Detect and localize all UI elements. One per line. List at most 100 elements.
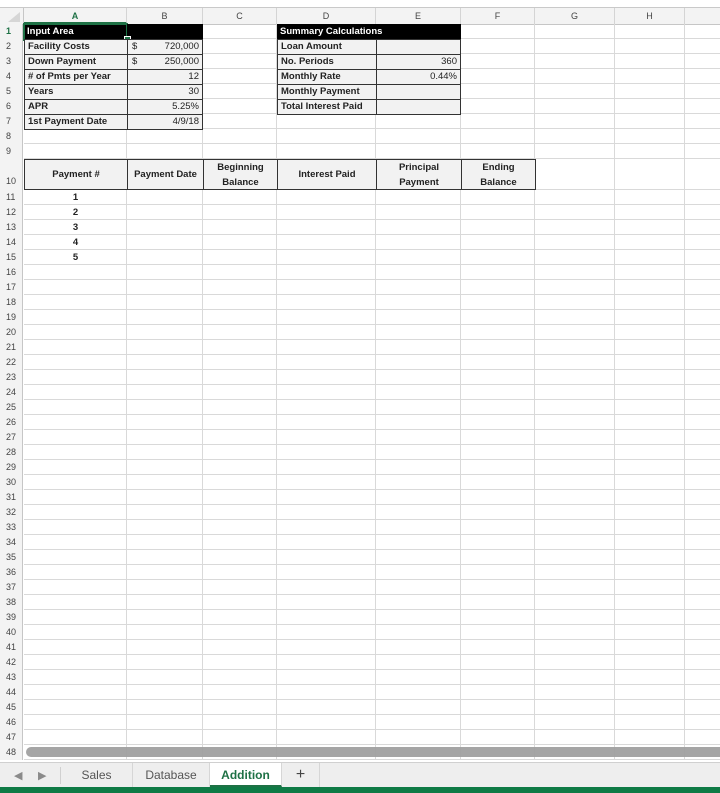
column-header-c[interactable]: C <box>203 8 277 24</box>
row-header[interactable]: 15 <box>0 250 23 265</box>
payment-date-header[interactable]: Payment Date <box>127 159 204 190</box>
input-label-cell[interactable]: Facility Costs <box>24 39 128 55</box>
row-header[interactable]: 24 <box>0 385 23 400</box>
row-header[interactable]: 12 <box>0 205 23 220</box>
row-header[interactable]: 30 <box>0 475 23 490</box>
row-header[interactable]: 4 <box>0 69 23 84</box>
summary-value-cell[interactable]: 0.44% <box>376 69 461 85</box>
row-header[interactable]: 29 <box>0 460 23 475</box>
row-header[interactable]: 14 <box>0 235 23 250</box>
row-header[interactable]: 41 <box>0 640 23 655</box>
spreadsheet-grid[interactable]: A B C D E F G H 1 2 3 4 5 6 7 8 9 10 11 12 13 14 15 16 1… <box>0 0 720 760</box>
payment-number-header[interactable]: Payment # <box>24 159 128 190</box>
row-header[interactable]: 39 <box>0 610 23 625</box>
row-header[interactable]: 17 <box>0 280 23 295</box>
row-header[interactable]: 33 <box>0 520 23 535</box>
column-header-a[interactable]: A <box>24 8 127 24</box>
summary-value-cell[interactable]: 360 <box>376 54 461 70</box>
input-value-cell[interactable]: $250,000 <box>127 54 203 70</box>
summary-label-cell[interactable]: Monthly Payment <box>277 84 377 100</box>
row-header[interactable]: 38 <box>0 595 23 610</box>
column-header-f[interactable]: F <box>461 8 535 24</box>
row-header[interactable]: 11 <box>0 190 23 205</box>
row-header[interactable]: 47 <box>0 730 23 745</box>
row-header[interactable]: 9 <box>0 144 23 159</box>
summary-label-cell[interactable]: Total Interest Paid <box>277 99 377 115</box>
payment-number-cell[interactable]: 4 <box>24 235 127 250</box>
row-header[interactable]: 46 <box>0 715 23 730</box>
input-label-cell[interactable]: # of Pmts per Year <box>24 69 128 85</box>
row-header[interactable]: 8 <box>0 129 23 144</box>
row-header[interactable]: 28 <box>0 445 23 460</box>
input-label-cell[interactable]: Down Payment <box>24 54 128 70</box>
payment-number-cell[interactable]: 1 <box>24 190 127 205</box>
row-header[interactable]: 45 <box>0 700 23 715</box>
row-header[interactable]: 18 <box>0 295 23 310</box>
horizontal-scrollbar[interactable] <box>26 747 720 757</box>
summary-label-cell[interactable]: Monthly Rate <box>277 69 377 85</box>
row-header[interactable]: 5 <box>0 84 23 99</box>
row-header[interactable]: 20 <box>0 325 23 340</box>
input-area-title[interactable]: Input Area <box>23 23 128 41</box>
summary-title[interactable]: Summary Calculations <box>277 24 461 40</box>
input-area-title-fill[interactable] <box>127 24 203 40</box>
beginning-balance-header[interactable]: Beginning Balance <box>203 159 278 190</box>
row-header[interactable]: 43 <box>0 670 23 685</box>
column-header-g[interactable]: G <box>535 8 615 24</box>
row-header[interactable]: 34 <box>0 535 23 550</box>
row-header[interactable]: 42 <box>0 655 23 670</box>
payment-number-cell[interactable]: 5 <box>24 250 127 265</box>
summary-label-cell[interactable]: No. Periods <box>277 54 377 70</box>
principal-payment-header[interactable]: Principal Payment <box>376 159 462 190</box>
sheet-tab-addition[interactable]: Addition <box>210 763 282 787</box>
select-all-button[interactable] <box>0 8 24 24</box>
column-header-e[interactable]: E <box>376 8 461 24</box>
summary-label-cell[interactable]: Loan Amount <box>277 39 377 55</box>
row-header[interactable]: 13 <box>0 220 23 235</box>
column-header-h[interactable]: H <box>615 8 685 24</box>
input-value-cell[interactable]: 5.25% <box>127 99 203 115</box>
payment-number-cell[interactable]: 3 <box>24 220 127 235</box>
column-header-b[interactable]: B <box>127 8 203 24</box>
input-value-cell[interactable]: 30 <box>127 84 203 100</box>
input-label-cell[interactable]: Years <box>24 84 128 100</box>
row-header[interactable]: 1 <box>0 24 23 39</box>
row-header[interactable]: 36 <box>0 565 23 580</box>
interest-paid-header[interactable]: Interest Paid <box>277 159 377 190</box>
input-value-cell[interactable]: 12 <box>127 69 203 85</box>
row-header[interactable]: 23 <box>0 370 23 385</box>
sheet-tab-database[interactable]: Database <box>133 763 210 787</box>
row-header[interactable]: 7 <box>0 114 23 129</box>
sheet-tab-sales[interactable]: Sales <box>61 763 133 787</box>
row-header[interactable]: 40 <box>0 625 23 640</box>
add-sheet-button[interactable]: + <box>282 763 320 787</box>
row-header[interactable]: 16 <box>0 265 23 280</box>
ending-balance-header[interactable]: Ending Balance <box>461 159 536 190</box>
row-header[interactable]: 19 <box>0 310 23 325</box>
row-header[interactable]: 10 <box>0 159 23 190</box>
summary-value-cell[interactable] <box>376 84 461 100</box>
summary-value-cell[interactable] <box>376 99 461 115</box>
payment-number-cell[interactable]: 2 <box>24 205 127 220</box>
row-header[interactable]: 32 <box>0 505 23 520</box>
row-header[interactable]: 21 <box>0 340 23 355</box>
row-header[interactable]: 25 <box>0 400 23 415</box>
input-label-cell[interactable]: 1st Payment Date <box>24 114 128 130</box>
row-header[interactable]: 3 <box>0 54 23 69</box>
input-value-cell[interactable]: $720,000 <box>127 39 203 55</box>
row-header[interactable]: 35 <box>0 550 23 565</box>
input-label-cell[interactable]: APR <box>24 99 128 115</box>
column-header-d[interactable]: D <box>277 8 376 24</box>
row-header[interactable]: 2 <box>0 39 23 54</box>
next-sheet-icon[interactable]: ▶ <box>38 769 46 782</box>
previous-sheet-icon[interactable]: ◀ <box>14 769 22 782</box>
row-header[interactable]: 22 <box>0 355 23 370</box>
row-header[interactable]: 6 <box>0 99 23 114</box>
row-header[interactable]: 48 <box>0 745 23 760</box>
row-header[interactable]: 31 <box>0 490 23 505</box>
row-header[interactable]: 44 <box>0 685 23 700</box>
row-header[interactable]: 27 <box>0 430 23 445</box>
row-header[interactable]: 37 <box>0 580 23 595</box>
row-header[interactable]: 26 <box>0 415 23 430</box>
input-value-cell[interactable]: 4/9/18 <box>127 114 203 130</box>
